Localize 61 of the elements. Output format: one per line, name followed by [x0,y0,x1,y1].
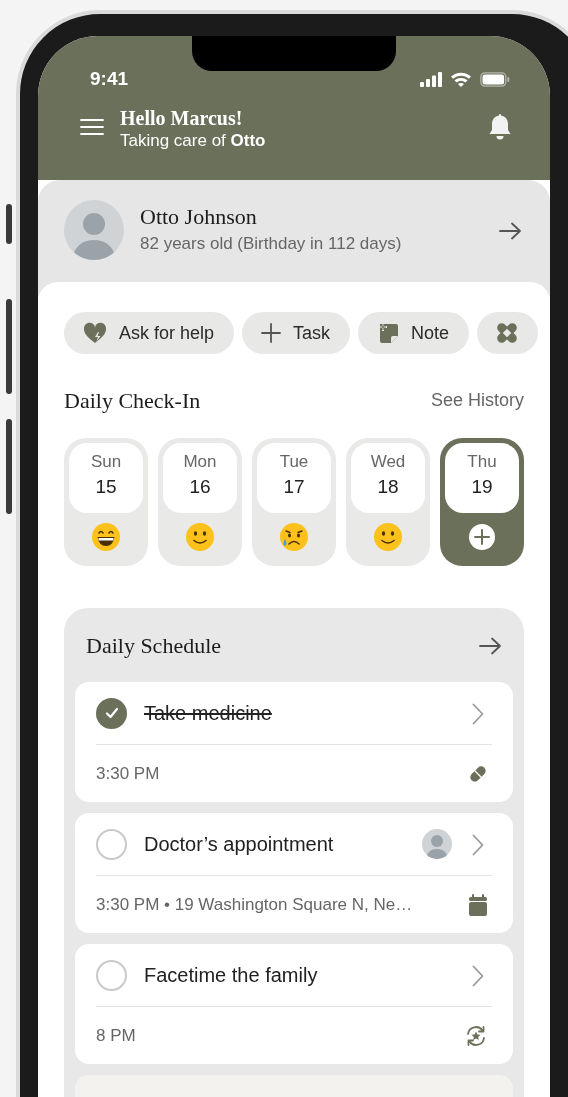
smiling-face-icon [185,522,215,552]
calendar-icon [468,894,488,917]
quick-action-chip[interactable]: Note [358,312,470,354]
quick-action-chip[interactable]: Task [242,312,351,354]
task-details: 3:30 PM [96,762,160,785]
greeting-title: Hello Marcus! [120,106,244,130]
task-checkbox[interactable] [96,697,127,729]
heart-bolt-icon [83,322,107,344]
quick-action-chip[interactable] [477,312,539,354]
task-checkbox[interactable] [96,959,127,991]
smiling-face-icon [373,522,403,552]
day-card[interactable]: Tue 17 [252,438,336,566]
day-date: 16 [188,475,212,499]
profile-details: 82 years old (Birthday in 112 days) [140,233,403,256]
notifications-bell-button[interactable] [488,114,512,141]
day-date: 17 [282,475,306,499]
arrow-right-icon[interactable] [478,636,502,655]
checkmark-icon [104,707,119,719]
see-history-link[interactable]: See History [430,386,524,414]
day-name: Mon [182,451,218,473]
arrow-right-icon[interactable] [498,221,522,240]
day-card[interactable]: Wed 18 [346,438,430,566]
chevron-right-icon[interactable] [472,702,484,725]
day-card[interactable]: Thu 19 [440,438,524,566]
chevron-right-icon[interactable] [472,833,484,856]
day-date: 15 [94,475,118,499]
status-time: 9:41 [90,66,129,91]
task-card[interactable]: Doctor’s appointment 3:30 PM • 19 Washington Square N, Ne… [75,813,513,933]
side-key [6,204,12,244]
task-card[interactable]: Facetime the family 8 PM [75,944,513,1064]
day-name: Thu [466,451,498,473]
day-name: Sun [89,451,123,473]
bandage-icon [496,322,519,344]
grinning-face-icon [91,522,121,552]
note-plus-icon [377,322,400,344]
section-title: Daily Check-In [64,386,201,415]
profile-name: Otto Johnson [140,203,258,232]
task-checkbox[interactable] [96,828,127,860]
task-title: Doctor’s appointment [144,832,335,857]
recurring-star-icon [464,1025,488,1048]
task-title: Take medicine [144,701,273,726]
signal-icon [420,71,442,87]
task-details: 3:30 PM • 19 Washington Square N, Ne… [96,893,413,916]
plus-icon [261,323,282,343]
chevron-right-icon[interactable] [472,964,484,987]
task-card[interactable]: Take medicine 3:30 PM [75,682,513,802]
battery-icon [480,71,510,87]
day-date: 18 [376,475,400,499]
wifi-icon [450,71,472,87]
day-card[interactable]: Sun 15 [64,438,148,566]
day-name: Wed [369,451,407,473]
greeting-subtitle: Taking care of Otto [120,130,267,152]
quick-action-chip[interactable]: Ask for help [64,312,235,354]
section-title: Daily Schedule [86,631,222,660]
sad-face-icon [279,522,309,552]
task-details: 8 PM [96,1024,136,1047]
task-title: Facetime the family [144,963,319,988]
add-circle-icon[interactable] [468,523,496,551]
day-date: 19 [470,475,494,499]
day-card[interactable]: Mon 16 [158,438,242,566]
day-name: Tue [278,451,310,473]
